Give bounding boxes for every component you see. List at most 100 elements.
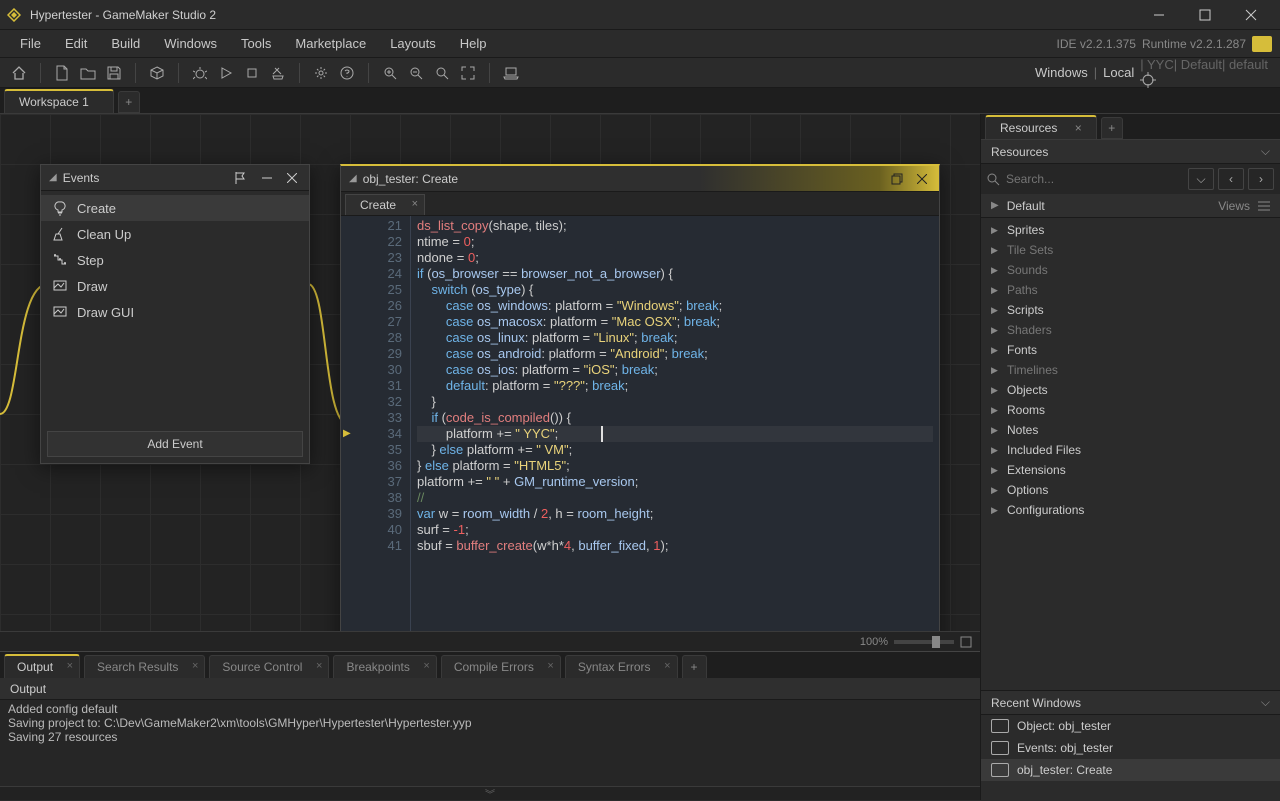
menu-edit[interactable]: Edit (53, 32, 99, 55)
resource-node[interactable]: ▶Sprites (981, 220, 1280, 240)
resource-node[interactable]: ▶Included Files (981, 440, 1280, 460)
zoom-fit-icon[interactable] (960, 636, 972, 648)
close-tab-icon[interactable]: × (316, 660, 322, 672)
resource-node[interactable]: ▶Shaders (981, 320, 1280, 340)
dock-tab[interactable]: Source Control× (209, 655, 329, 678)
prev-result-button[interactable]: ‹ (1218, 168, 1244, 190)
new-file-icon[interactable] (51, 62, 73, 84)
menu-marketplace[interactable]: Marketplace (283, 32, 378, 55)
close-tab-icon[interactable]: × (412, 198, 418, 210)
resources-tab[interactable]: Resources × (985, 115, 1097, 139)
close-tab-icon[interactable]: × (1075, 121, 1082, 135)
menu-icon[interactable] (1258, 201, 1270, 211)
resource-node[interactable]: ▶Scripts (981, 300, 1280, 320)
menu-build[interactable]: Build (99, 32, 152, 55)
chevron-down-icon[interactable]: ⌵ (1188, 168, 1214, 190)
event-row[interactable]: Draw GUI (41, 299, 309, 325)
help-icon[interactable] (336, 62, 358, 84)
clean-icon[interactable] (267, 62, 289, 84)
code-content[interactable]: ds_list_copy(shape, tiles);ntime = 0;ndo… (411, 216, 939, 631)
minimize-button[interactable] (1136, 0, 1182, 30)
menu-windows[interactable]: Windows (152, 32, 229, 55)
code-editor[interactable]: 21222324252627282930313233▶3435363738394… (341, 216, 939, 631)
add-dock-tab-button[interactable]: + (682, 655, 707, 678)
save-icon[interactable] (103, 62, 125, 84)
zoom-slider[interactable] (894, 640, 954, 644)
close-button[interactable] (1228, 0, 1274, 30)
home-icon[interactable] (8, 62, 30, 84)
debug-icon[interactable] (189, 62, 211, 84)
event-row[interactable]: Draw (41, 273, 309, 299)
expand-icon[interactable] (457, 62, 479, 84)
recent-windows-header[interactable]: Recent Windows ⌵ (981, 691, 1280, 715)
maximize-button[interactable] (1182, 0, 1228, 30)
dock-tab[interactable]: Breakpoints× (333, 655, 436, 678)
laptop-icon[interactable] (500, 62, 522, 84)
play-icon[interactable] (215, 62, 237, 84)
resource-node[interactable]: ▶Paths (981, 280, 1280, 300)
dock-tab[interactable]: Syntax Errors× (565, 655, 678, 678)
restore-panel-icon[interactable] (887, 171, 907, 187)
resource-node[interactable]: ▶Tile Sets (981, 240, 1280, 260)
flag-icon[interactable] (229, 169, 251, 187)
workspace-canvas[interactable]: ◢ Events CreateClean UpStepDrawDraw GUI … (0, 114, 980, 631)
gear-icon[interactable] (310, 62, 332, 84)
line-gutter[interactable]: 21222324252627282930313233▶3435363738394… (341, 216, 411, 631)
resource-node[interactable]: ▶Sounds (981, 260, 1280, 280)
zoom-in-icon[interactable] (379, 62, 401, 84)
menu-file[interactable]: File (8, 32, 53, 55)
resources-header[interactable]: Resources ⌵ (981, 140, 1280, 164)
menu-layouts[interactable]: Layouts (378, 32, 448, 55)
menu-help[interactable]: Help (448, 32, 499, 55)
close-tab-icon[interactable]: × (192, 660, 198, 672)
resource-node[interactable]: ▶Fonts (981, 340, 1280, 360)
close-tab-icon[interactable]: × (67, 660, 73, 672)
zoom-out-icon[interactable] (405, 62, 427, 84)
menu-tools[interactable]: Tools (229, 32, 283, 55)
resource-node[interactable]: ▶Extensions (981, 460, 1280, 480)
resource-view-selector[interactable]: ▶ Default Views (981, 194, 1280, 218)
resource-tree[interactable]: ▶Sprites▶Tile Sets▶Sounds▶Paths▶Scripts▶… (981, 218, 1280, 690)
dock-tab[interactable]: Search Results× (84, 655, 205, 678)
dock-tab[interactable]: Output× (4, 654, 80, 678)
recent-window-row[interactable]: obj_tester: Create (981, 759, 1280, 781)
add-workspace-button[interactable]: + (118, 91, 140, 113)
workspace-tab[interactable]: Workspace 1 (4, 89, 114, 113)
add-event-button[interactable]: Add Event (47, 431, 303, 457)
search-input[interactable] (1004, 168, 1184, 190)
chevron-down-icon[interactable]: ⌵ (1261, 695, 1270, 710)
resource-node[interactable]: ▶Timelines (981, 360, 1280, 380)
output-content[interactable]: Added config defaultSaving project to: C… (0, 700, 980, 786)
event-row[interactable]: Clean Up (41, 221, 309, 247)
zoom-reset-icon[interactable] (431, 62, 453, 84)
package-icon[interactable] (146, 62, 168, 84)
events-panel-header[interactable]: ◢ Events (41, 165, 309, 191)
event-row[interactable]: Create (41, 195, 309, 221)
open-folder-icon[interactable] (77, 62, 99, 84)
close-tab-icon[interactable]: × (664, 660, 670, 672)
next-result-button[interactable]: › (1248, 168, 1274, 190)
chevron-down-icon[interactable]: ⌵ (1261, 144, 1270, 159)
close-tab-icon[interactable]: × (423, 660, 429, 672)
stop-icon[interactable] (241, 62, 263, 84)
dock-resize-handle[interactable]: ︾ (0, 786, 980, 800)
resource-node[interactable]: ▶Rooms (981, 400, 1280, 420)
close-panel-icon[interactable] (283, 171, 301, 185)
minimize-panel-icon[interactable] (257, 170, 277, 186)
add-resource-tab-button[interactable]: + (1101, 117, 1123, 139)
resource-node[interactable]: ▶Objects (981, 380, 1280, 400)
crosshair-icon[interactable] (1140, 72, 1272, 88)
resource-node[interactable]: ▶Options (981, 480, 1280, 500)
code-tab[interactable]: Create × (345, 194, 425, 215)
resource-node[interactable]: ▶Notes (981, 420, 1280, 440)
close-tab-icon[interactable]: × (547, 660, 553, 672)
recent-window-row[interactable]: Events: obj_tester (981, 737, 1280, 759)
code-panel-header[interactable]: ◢ obj_tester: Create (341, 166, 939, 192)
resource-node[interactable]: ▶Configurations (981, 500, 1280, 520)
target-selector[interactable]: Windows| Local| YYC| Default| default (1035, 57, 1272, 88)
dock-tab[interactable]: Compile Errors× (441, 655, 561, 678)
recent-window-row[interactable]: Object: obj_tester (981, 715, 1280, 737)
event-row[interactable]: Step (41, 247, 309, 273)
notification-icon[interactable] (1252, 36, 1272, 52)
close-panel-icon[interactable] (913, 172, 931, 186)
